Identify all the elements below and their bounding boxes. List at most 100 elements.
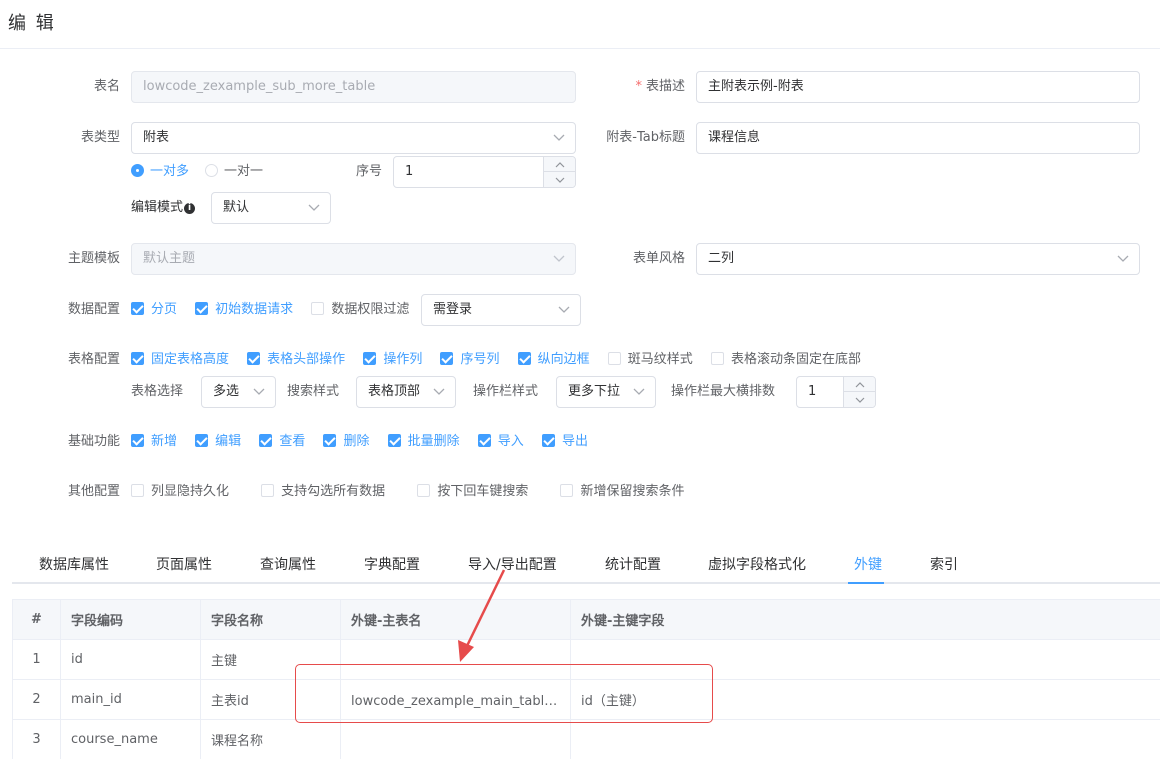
tab-dict-config[interactable]: 字典配置 <box>364 548 420 582</box>
table-header-row: # 字段编码 字段名称 外键-主表名 外键-主键字段 <box>12 599 1160 640</box>
checkbox-label: 固定表格高度 <box>151 352 230 367</box>
checkbox-index-column[interactable]: 序号列 <box>440 352 499 368</box>
checkbox-icon <box>195 302 209 315</box>
checkbox-keep-search[interactable]: 新增保留搜索条件 <box>560 484 684 500</box>
checkbox-batch-delete[interactable]: 批量删除 <box>387 434 460 450</box>
checkbox-icon <box>131 484 144 497</box>
radio-one-to-many[interactable]: 一对多 <box>131 164 189 180</box>
stepper-down-button[interactable] <box>844 392 875 407</box>
search-style-label: 搜索样式 <box>287 384 340 399</box>
checkbox-label: 分页 <box>151 302 178 317</box>
form-style-select[interactable]: 二列 <box>696 243 1140 275</box>
checkbox-data-auth[interactable]: 数据权限过滤 <box>311 302 409 318</box>
theme-select[interactable]: 默认主题 <box>131 243 576 275</box>
checkbox-scrollbar-bottom[interactable]: 表格滚动条固定在底部 <box>710 352 861 368</box>
table-type-value: 附表 <box>143 130 170 145</box>
table-cell: 1 <box>12 639 61 680</box>
table-cell: 2 <box>12 679 61 720</box>
edit-mode-value: 默认 <box>223 200 250 215</box>
checkbox-view[interactable]: 查看 <box>259 434 305 450</box>
checkbox-stripe[interactable]: 斑马纹样式 <box>607 352 693 368</box>
grid-config-checkboxes: 固定表格高度 表格头部操作 操作列 序号列 纵向边框 斑马纹样式 表格滚动条固定… <box>131 352 875 368</box>
op-max-stepper[interactable]: 1 <box>796 376 876 408</box>
checkbox-label: 导入 <box>497 434 524 449</box>
tab-import-export[interactable]: 导入/导出配置 <box>468 548 557 582</box>
checkbox-import[interactable]: 导入 <box>477 434 524 450</box>
checkbox-init-request[interactable]: 初始数据请求 <box>195 302 293 318</box>
tab-stats-config[interactable]: 统计配置 <box>605 548 661 582</box>
table-row[interactable]: 3 course_name 课程名称 <box>12 719 1160 759</box>
column-header: 字段名称 <box>200 599 341 640</box>
tab-virtual-format[interactable]: 虚拟字段格式化 <box>708 548 806 582</box>
grid-config-label: 表格配置 <box>67 352 120 367</box>
checkbox-icon <box>541 434 555 447</box>
page-title: 编 辑 <box>8 13 56 34</box>
radio-circle-icon <box>205 164 218 177</box>
checkbox-vertical-border[interactable]: 纵向边框 <box>517 352 590 368</box>
stepper-up-button[interactable] <box>844 377 875 392</box>
radio-one-to-one[interactable]: 一对一 <box>205 164 263 180</box>
checkbox-icon <box>323 434 337 447</box>
checkbox-edit[interactable]: 编辑 <box>195 434 241 450</box>
table-cell: main_id <box>60 679 201 720</box>
checkbox-icon <box>311 302 325 315</box>
checkbox-label: 操作列 <box>383 352 423 367</box>
table-type-label: 表类型 <box>80 130 120 145</box>
checkbox-enter-search[interactable]: 按下回车键搜索 <box>417 484 528 500</box>
theme-value: 默认主题 <box>143 251 196 266</box>
tab-query-props[interactable]: 查询属性 <box>260 548 316 582</box>
search-style-value: 表格顶部 <box>368 384 421 399</box>
checkbox-label: 编辑 <box>215 434 242 449</box>
checkbox-select-all[interactable]: 支持勾选所有数据 <box>261 484 385 500</box>
checkbox-label: 初始数据请求 <box>215 302 294 317</box>
edit-mode-label-text: 编辑模式 <box>131 200 184 215</box>
stepper-down-button[interactable] <box>544 172 575 187</box>
table-cell[interactable] <box>340 719 571 759</box>
title-divider <box>0 48 1160 49</box>
chevron-down-icon <box>433 377 445 407</box>
tab-index[interactable]: 索引 <box>930 548 958 582</box>
checkbox-icon <box>417 484 431 497</box>
table-cell[interactable] <box>570 719 1160 759</box>
stepper-up-button[interactable] <box>544 157 575 172</box>
grid-select-select[interactable]: 多选 <box>201 376 276 408</box>
tab-title-input[interactable]: 课程信息 <box>696 122 1140 154</box>
column-header: 字段编码 <box>60 599 201 640</box>
table-name-input[interactable]: lowcode_zexample_sub_more_table <box>131 71 576 103</box>
checkbox-col-persist[interactable]: 列显隐持久化 <box>131 484 229 500</box>
checkbox-label: 表格滚动条固定在底部 <box>730 352 861 367</box>
table-type-select[interactable]: 附表 <box>131 122 576 154</box>
tab-db-props[interactable]: 数据库属性 <box>39 548 109 582</box>
checkbox-delete[interactable]: 删除 <box>323 434 369 450</box>
checkbox-add[interactable]: 新增 <box>131 434 177 450</box>
edit-mode-select[interactable]: 默认 <box>211 192 331 224</box>
search-style-select[interactable]: 表格顶部 <box>356 376 456 408</box>
order-stepper[interactable]: 1 <box>393 156 576 188</box>
checkbox-label: 序号列 <box>460 352 500 367</box>
data-config-label: 数据配置 <box>67 302 120 317</box>
checkbox-icon <box>607 352 621 365</box>
checkbox-op-column[interactable]: 操作列 <box>363 352 422 368</box>
checkbox-header-ops[interactable]: 表格头部操作 <box>247 352 345 368</box>
op-style-select[interactable]: 更多下拉 <box>556 376 656 408</box>
tab-page-props[interactable]: 页面属性 <box>156 548 212 582</box>
table-name-label: 表名 <box>93 79 120 94</box>
chevron-down-icon <box>308 193 320 223</box>
checkbox-icon <box>247 352 261 365</box>
tab-foreign-key[interactable]: 外键 <box>854 548 882 582</box>
op-style-label: 操作栏样式 <box>473 384 539 399</box>
checkbox-export[interactable]: 导出 <box>541 434 588 450</box>
other-label: 其他配置 <box>67 484 120 499</box>
order-label: 序号 <box>355 164 382 179</box>
column-header: # <box>12 599 61 640</box>
checkbox-label: 按下回车键搜索 <box>437 484 529 499</box>
checkbox-icon <box>131 434 144 447</box>
auth-select[interactable]: 需登录 <box>421 294 581 326</box>
checkbox-fixed-height[interactable]: 固定表格高度 <box>131 352 229 368</box>
info-icon[interactable]: i <box>184 203 196 214</box>
table-desc-input[interactable]: 主附表示例-附表 <box>696 71 1140 103</box>
checkbox-pagination[interactable]: 分页 <box>131 302 177 318</box>
checkbox-icon <box>440 352 454 365</box>
config-tabs: 数据库属性 页面属性 查询属性 字典配置 导入/导出配置 统计配置 虚拟字段格式… <box>12 548 1160 584</box>
checkbox-label: 删除 <box>343 434 370 449</box>
